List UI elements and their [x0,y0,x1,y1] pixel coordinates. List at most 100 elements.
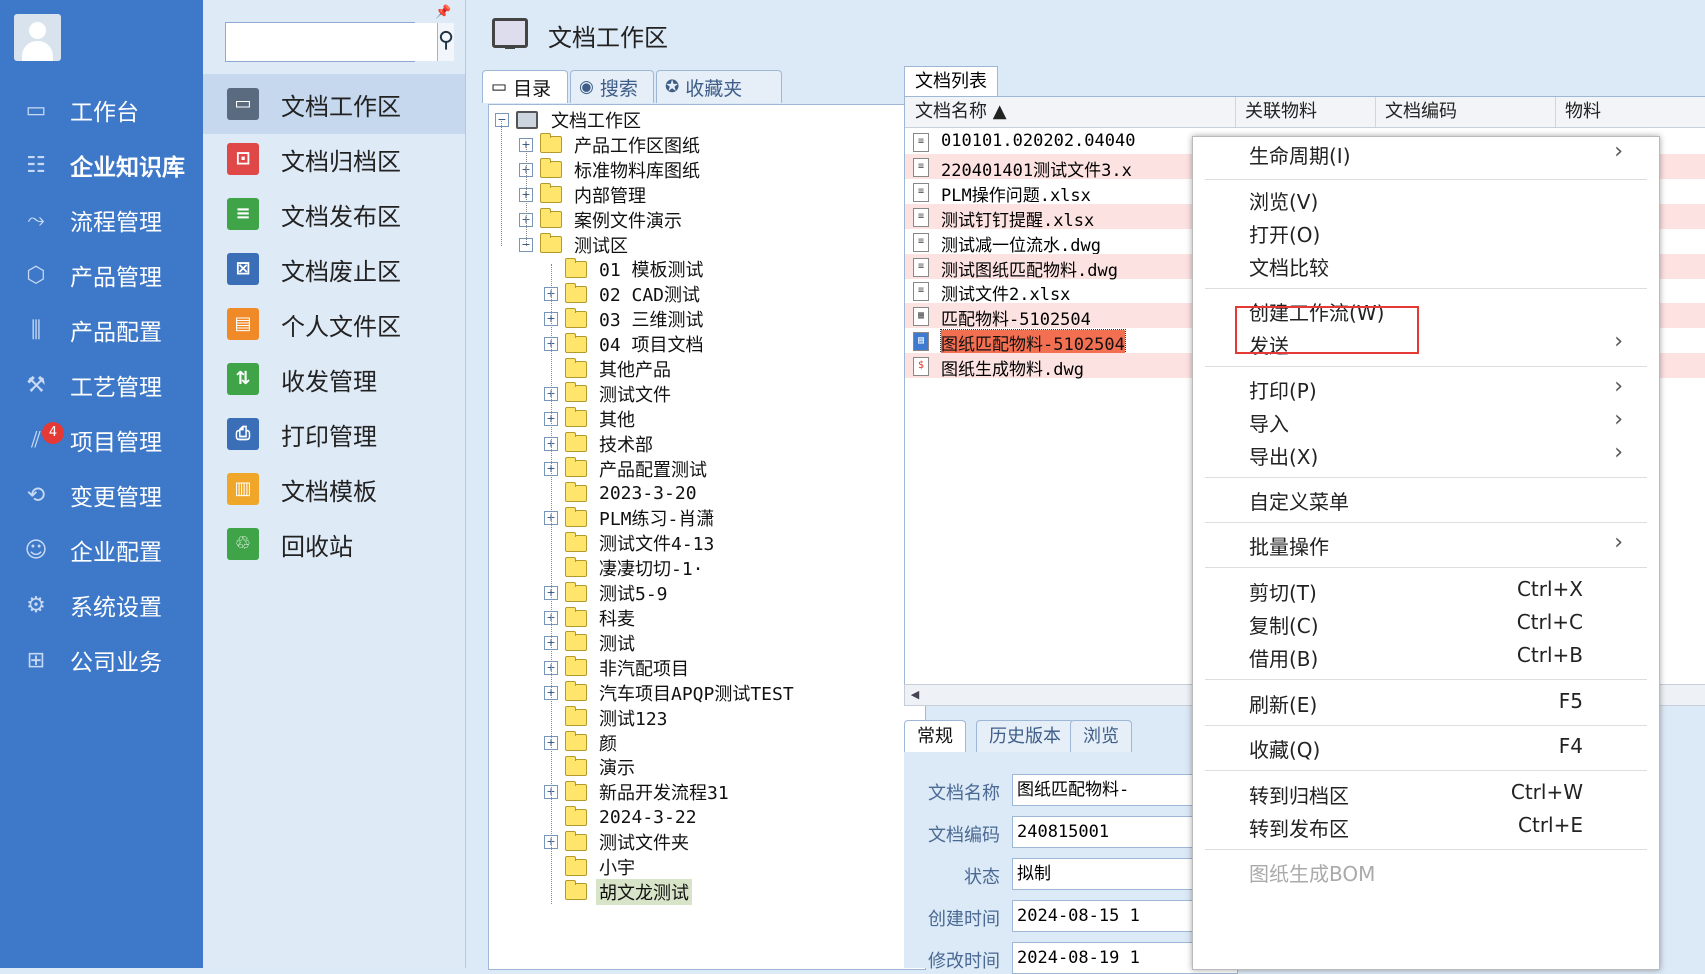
tree-node[interactable]: 测试123 [544,705,671,731]
sub-item-6[interactable]: ⎙ 打印管理 [203,404,465,464]
nav-item-6[interactable]: ⫽ 项目管理 4 [0,410,203,470]
tree-node[interactable]: 凄凄切切-1· [544,555,707,581]
tree-node[interactable]: 其他产品 [544,356,674,382]
tree-node[interactable]: + 标准物料库图纸 [519,157,703,183]
menu-item[interactable]: 剪切(T) Ctrl+X [1193,574,1659,606]
tree-node[interactable]: + 汽车项目APQP测试TEST [544,680,797,706]
nav-item-7[interactable]: ⟲ 变更管理 [0,465,203,525]
nav-item-9[interactable]: ⚙ 系统设置 [0,575,203,635]
tree-node[interactable]: + 测试5-9 [544,580,671,606]
nav-item-10[interactable]: ⊞ 公司业务 [0,630,203,690]
search-icon[interactable]: ⚲ [437,23,455,61]
sub-item-3[interactable]: ⊠ 文档废止区 [203,239,465,299]
tree-node[interactable]: + 测试 [544,630,638,656]
template-icon: ▥ [227,473,259,505]
nav-item-label: 流程管理 [70,210,162,236]
sub-item-label: 文档模板 [281,477,377,506]
tab-detail-1[interactable]: 历史版本 [976,720,1074,753]
monitor-icon: ▭ [25,97,47,123]
tree-node[interactable]: + 新品开发流程31 [544,779,732,805]
menu-item[interactable]: 打开(O) [1193,216,1659,248]
menu-item[interactable]: 文档比较 [1193,249,1659,281]
nav-item-2[interactable]: ⤳ 流程管理 [0,190,203,250]
column-header[interactable]: 文档编码 [1375,97,1556,127]
menu-item[interactable]: 转到归档区 Ctrl+W [1193,777,1659,809]
menu-item[interactable]: 复制(C) Ctrl+C [1193,607,1659,639]
tree-node[interactable]: 01 模板测试 [544,256,707,282]
tab-detail-0[interactable]: 常规 [904,720,966,753]
tree-node[interactable]: + 颜 [544,730,620,756]
tree-node[interactable]: + 内部管理 [519,182,649,208]
sub-item-1[interactable]: ⊡ 文档归档区 [203,129,465,189]
scroll-left-icon[interactable]: ◀ [907,687,923,703]
column-header[interactable]: 文档名称 ▲ [905,97,1236,127]
tree-node[interactable]: +04 项目文档 [544,331,707,357]
tree-node[interactable]: 演示 [544,754,638,780]
tree-node[interactable]: +02 CAD测试 [544,281,703,307]
tree-guide-line [526,145,527,247]
menu-item: 图纸生成BOM [1193,855,1659,887]
menu-item[interactable]: 打印(P) › [1193,372,1659,404]
tab-search-globe[interactable]: ◉ 搜索 [570,70,654,103]
doc-icon: ≡ [913,282,929,302]
sub-item-4[interactable]: ▤ 个人文件区 [203,294,465,354]
nav-item-3[interactable]: ⬡ 产品管理 [0,245,203,305]
abolish-icon: ⊠ [227,253,259,285]
sub-item-2[interactable]: ≡ 文档发布区 [203,184,465,244]
sub-item-label: 打印管理 [281,422,377,451]
menu-item[interactable]: 借用(B) Ctrl+B [1193,640,1659,672]
menu-item[interactable]: 导入 › [1193,405,1659,437]
tab-label: 收藏夹 [685,77,743,100]
tab-catalog[interactable]: ▭ 目录 [482,70,568,103]
tree-node[interactable]: 胡文龙测试 [544,878,692,905]
menu-item[interactable]: 自定义菜单 [1193,483,1659,515]
nav-item-5[interactable]: ⚒ 工艺管理 [0,355,203,415]
sub-item-7[interactable]: ▥ 文档模板 [203,459,465,519]
column-header[interactable]: 物料 [1555,97,1705,127]
menu-item[interactable]: 刷新(E) F5 [1193,686,1659,718]
nav-item-8[interactable]: ☺ 企业配置 [0,520,203,580]
tab-document-list[interactable]: 文档列表 [904,66,998,97]
sub-item-0[interactable]: ▭ 文档工作区 [203,74,465,134]
tree-node[interactable]: + 测试文件 [544,381,674,407]
tab-label: 目录 [513,77,552,100]
menu-item-label: 转到归档区 [1249,784,1349,808]
page-title: 文档工作区 [548,24,668,52]
nav-item-1[interactable]: ☷ 企业知识库 [0,135,203,195]
tree-node[interactable]: 小宇 [544,854,638,880]
menu-item[interactable]: 浏览(V) [1193,183,1659,215]
sub-item-5[interactable]: ⇅ 收发管理 [203,349,465,409]
tree-node[interactable]: 2024-3-22 [544,804,700,830]
avatar[interactable] [14,14,61,61]
menu-item[interactable]: 转到发布区 Ctrl+E [1193,810,1659,842]
collapse-icon[interactable]: − [495,113,509,127]
nav-item-0[interactable]: ▭ 工作台 [0,80,203,140]
tree-node[interactable]: − 文档工作区 [495,107,644,133]
tree-node[interactable]: + 测试文件夹 [544,829,692,855]
sub-item-8[interactable]: ♲ 回收站 [203,514,465,574]
tree-node[interactable]: + 案例文件演示 [519,207,685,233]
tree-node[interactable]: − 测试区 [519,232,631,258]
nav-item-4[interactable]: ⫼ 产品配置 [0,300,203,360]
tree-node[interactable]: + 产品工作区图纸 [519,132,703,158]
menu-item[interactable]: 导出(X) › [1193,438,1659,470]
menu-item[interactable]: 生命周期(I) › [1193,137,1659,169]
menu-item[interactable]: 收藏(Q) F4 [1193,731,1659,763]
tree-node[interactable]: + 技术部 [544,431,656,457]
search-input[interactable] [226,23,437,61]
menu-item[interactable]: 批量操作 › [1193,528,1659,560]
tree-node[interactable]: +03 三维测试 [544,306,707,332]
menu-item-label: 浏览(V) [1249,190,1319,214]
tree-node[interactable]: + 非汽配项目 [544,655,692,681]
tree-node[interactable]: 2023-3-20 [544,481,700,507]
tab-detail-2[interactable]: 浏览 [1070,720,1132,753]
tab-favorites[interactable]: ✪ 收藏夹 [656,70,782,103]
tree-node[interactable]: + 科麦 [544,605,638,631]
document-name: 测试钉钉提醒.xlsx [941,210,1095,231]
column-header[interactable]: 关联物料 [1235,97,1376,127]
pin-icon[interactable]: 📌 [435,5,451,20]
tree-node[interactable]: + 产品配置测试 [544,456,710,482]
tree-node[interactable]: + PLM练习-肖潇 [544,505,717,531]
tree-node[interactable]: + 其他 [544,406,638,432]
tree-node[interactable]: 测试文件4-13 [544,530,717,556]
